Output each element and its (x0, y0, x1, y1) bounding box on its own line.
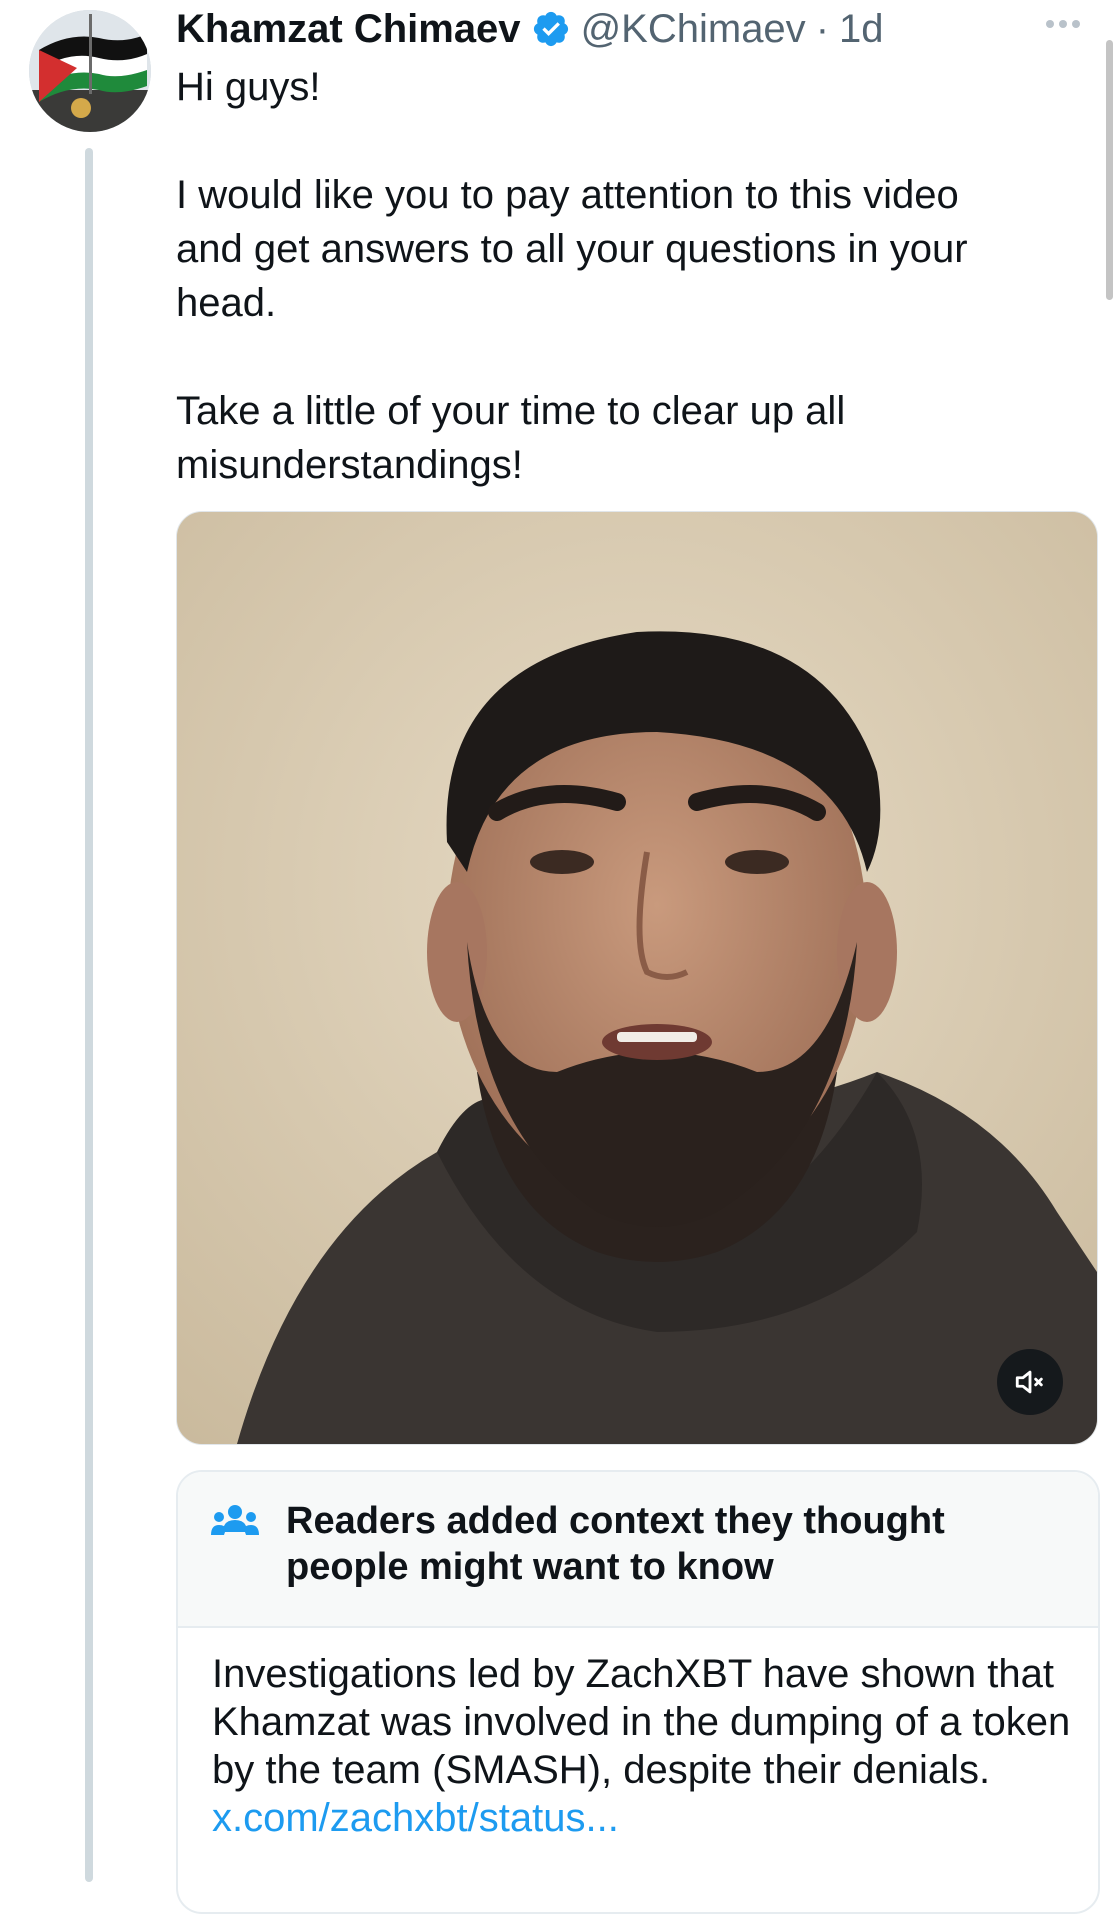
mute-toggle-button[interactable] (997, 1349, 1063, 1415)
scrollbar[interactable] (1106, 40, 1113, 300)
author-avatar[interactable] (29, 10, 151, 132)
speaker-muted-icon (1015, 1370, 1043, 1394)
verified-badge-icon (531, 9, 571, 49)
community-note-text: Investigations led by ZachXBT have shown… (212, 1652, 1071, 1792)
community-note-title: Readers added context they thought peopl… (286, 1500, 945, 1588)
community-note[interactable]: Readers added context they thought peopl… (176, 1470, 1100, 1914)
avatar-image (29, 10, 151, 132)
author-name[interactable]: Khamzat Chimaev (176, 7, 521, 52)
tweet-video[interactable] (176, 511, 1098, 1445)
more-options-icon[interactable] (1046, 20, 1080, 28)
author-handle[interactable]: @KChimaev (581, 7, 806, 52)
thread-line (85, 148, 93, 1882)
tweet-text: Hi guys! I would like you to pay attenti… (176, 65, 968, 487)
separator-dot: · (815, 6, 830, 51)
tweet-timestamp[interactable]: 1d (839, 7, 884, 52)
tweet-header: Khamzat Chimaev @KChimaev · 1d (176, 2, 884, 56)
community-note-link[interactable]: x.com/zachxbt/status... (212, 1794, 1072, 1842)
people-icon (211, 1505, 259, 1535)
community-note-header: Readers added context they thought peopl… (178, 1472, 1098, 1628)
community-note-body: Investigations led by ZachXBT have shown… (212, 1650, 1072, 1842)
video-frame (177, 512, 1097, 1444)
